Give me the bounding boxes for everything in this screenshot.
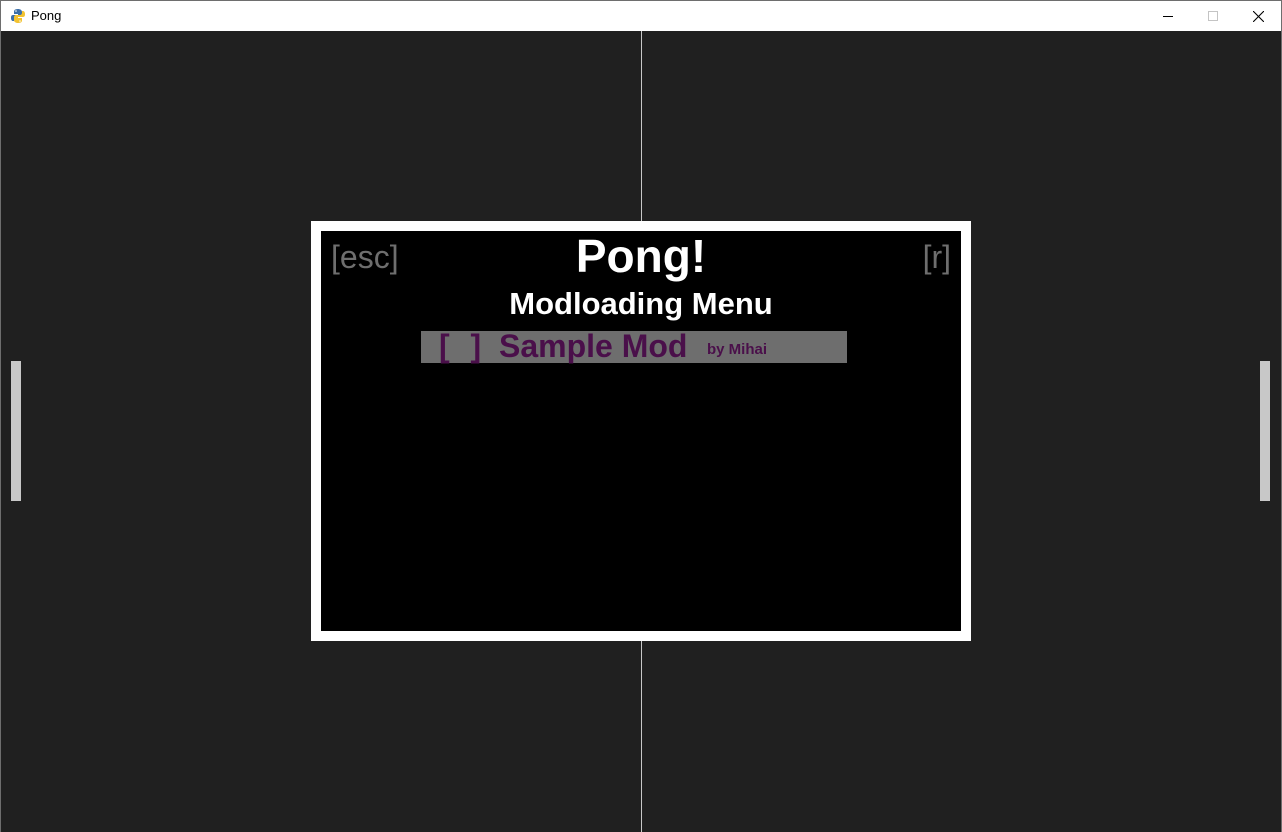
window-title: Pong	[31, 8, 62, 23]
close-icon	[1253, 10, 1264, 22]
modloading-menu-frame: [esc] [r] Pong! Modloading Menu [ ] Samp…	[311, 221, 971, 641]
left-paddle	[11, 361, 21, 501]
title-bar[interactable]: Pong	[1, 1, 1281, 31]
mod-checkbox[interactable]: [ ]	[439, 328, 487, 364]
menu-subtitle: Modloading Menu	[509, 286, 773, 321]
maximize-button[interactable]	[1190, 1, 1235, 31]
mod-list-item[interactable]: [ ] Sample Mod by Mihai	[421, 328, 847, 364]
mod-author: by Mihai	[707, 341, 768, 358]
maximize-icon	[1207, 11, 1218, 21]
right-paddle	[1260, 361, 1270, 501]
minimize-button[interactable]	[1145, 1, 1190, 31]
minimize-icon	[1162, 16, 1173, 17]
mod-name: Sample Mod	[499, 328, 688, 364]
modloading-menu: [esc] [r] Pong! Modloading Menu [ ] Samp…	[321, 231, 961, 631]
game-title: Pong!	[575, 230, 707, 282]
close-button[interactable]	[1236, 1, 1281, 31]
game-window: Pong [esc] [r] Pong! Modloading Menu []…	[0, 0, 1282, 832]
python-snake-icon	[10, 8, 26, 24]
game-canvas[interactable]: [esc] [r] Pong! Modloading Menu [ ] Samp…	[1, 31, 1281, 832]
